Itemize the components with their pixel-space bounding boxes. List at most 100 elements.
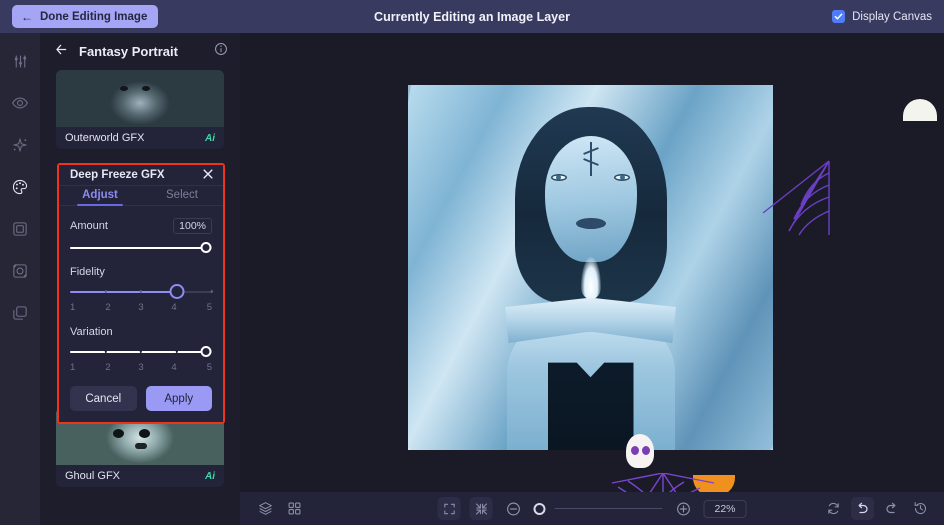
zoom-slider-track[interactable] [554, 507, 663, 510]
thumbnail-label: Outerworld GFX [65, 132, 145, 144]
control-amount: Amount 100% [70, 218, 212, 253]
tick-label: 1 [70, 362, 76, 373]
portrait-lips [575, 218, 606, 230]
reset-icon-button[interactable] [822, 497, 845, 520]
control-fidelity-row: Fidelity [70, 266, 212, 278]
reset-icon [826, 501, 841, 516]
crop-icon [11, 262, 29, 280]
layers-duplicate-icon-button[interactable] [6, 299, 34, 327]
zoom-slider-knob[interactable] [533, 502, 546, 515]
eye-icon-button[interactable] [6, 89, 34, 117]
history-icon [913, 501, 928, 516]
tick-label: 4 [171, 302, 177, 313]
control-amount-label: Amount [70, 220, 108, 232]
control-fidelity-label: Fidelity [70, 266, 105, 278]
layers-icon-button[interactable] [254, 497, 277, 520]
crop-icon-button[interactable] [6, 257, 34, 285]
tool-rail [0, 33, 40, 525]
tick-label: 2 [105, 362, 111, 373]
sparkles-icon-button[interactable] [6, 131, 34, 159]
slider-knob[interactable] [200, 346, 212, 357]
collapse-icon-button[interactable] [469, 497, 493, 520]
amount-slider[interactable] [70, 242, 212, 253]
sliders-icon-button[interactable] [6, 47, 34, 75]
thumbnail-label: Ghoul GFX [65, 470, 121, 482]
panel-title: Fantasy Portrait [79, 44, 178, 59]
ai-badge: Ai [205, 470, 215, 482]
zoom-in-icon-button[interactable] [671, 497, 694, 520]
ai-badge: Ai [205, 132, 215, 144]
layers-duplicate-icon [11, 304, 29, 322]
zoom-out-icon-button[interactable] [501, 497, 524, 520]
zoom-controls: 22% [437, 497, 747, 520]
eye-icon [11, 94, 29, 112]
effect-settings-popup: Deep Freeze GFX Adjust Select Amount 100… [59, 165, 223, 422]
fidelity-slider[interactable] [70, 284, 214, 299]
zoom-out-icon [505, 501, 521, 517]
back-arrow-icon: ← [21, 9, 33, 24]
slider-fill [70, 247, 207, 249]
variation-slider[interactable] [70, 346, 212, 357]
display-canvas-toggle[interactable]: Display Canvas [832, 0, 932, 33]
grid-icon-button[interactable] [283, 497, 306, 520]
moon-top-decoration [903, 99, 937, 121]
thumbnail-image [56, 70, 224, 127]
popup-body: Amount 100% Fidelity 1 2 3 4 5 Variation… [59, 206, 223, 386]
history-icon-button[interactable] [909, 497, 932, 520]
tick-label: 1 [70, 302, 76, 313]
history-controls [822, 497, 932, 520]
fidelity-tick-labels: 1 2 3 4 5 [70, 302, 212, 313]
undo-icon-button[interactable] [851, 497, 874, 520]
effect-settings-popup-highlight: Deep Freeze GFX Adjust Select Amount 100… [57, 163, 225, 424]
close-icon[interactable] [202, 168, 214, 182]
done-editing-image-button[interactable]: ← Done Editing Image [12, 5, 159, 28]
tick-label: 2 [105, 302, 111, 313]
popup-header: Deep Freeze GFX [59, 165, 223, 186]
slider-fill [70, 291, 177, 293]
bottom-toolbar: 22% [240, 492, 944, 525]
palette-icon [11, 178, 29, 196]
fit-screen-icon-button[interactable] [437, 497, 461, 520]
popup-tabs: Adjust Select [59, 186, 223, 206]
pumpkin-bottom-decoration [693, 475, 735, 492]
sliders-icon [12, 53, 29, 70]
checkbox-checked-icon[interactable] [832, 10, 846, 23]
tick-label: 4 [171, 362, 177, 373]
zoom-level-value[interactable]: 22% [703, 499, 747, 518]
spiderweb-bottom-decoration [610, 472, 716, 492]
control-variation-label: Variation [70, 326, 113, 338]
thumbnail-caption: Outerworld GFX Ai [56, 127, 224, 149]
popup-title: Deep Freeze GFX [70, 168, 165, 181]
slider-knob[interactable] [200, 242, 212, 253]
panel-back-arrow-icon[interactable] [54, 42, 69, 62]
layers-icon [258, 501, 273, 516]
panel-header: Fantasy Portrait [40, 33, 240, 70]
canvas-area[interactable] [240, 33, 944, 492]
tick-label: 5 [206, 362, 212, 373]
forehead-rune [589, 141, 592, 176]
tick-label: 3 [138, 362, 144, 373]
fit-screen-icon [442, 502, 456, 516]
list-item[interactable]: Outerworld GFX Ai [56, 70, 224, 149]
thumbnail-caption: Ghoul GFX Ai [56, 465, 224, 487]
artboard[interactable] [408, 85, 773, 450]
slider-knob[interactable] [169, 284, 184, 299]
collapse-icon [474, 502, 488, 516]
display-canvas-label: Display Canvas [852, 10, 932, 23]
bottom-left-tools [254, 497, 306, 520]
tab-adjust[interactable]: Adjust [59, 186, 141, 206]
control-variation: Variation 1 2 3 4 5 [70, 326, 212, 373]
tick-label: 5 [206, 302, 212, 313]
redo-icon-button[interactable] [880, 497, 903, 520]
frame-icon [11, 220, 29, 238]
slider-fill [70, 351, 207, 353]
frame-icon-button[interactable] [6, 215, 34, 243]
control-amount-value: 100% [173, 218, 212, 234]
cancel-button[interactable]: Cancel [70, 386, 137, 411]
tab-select[interactable]: Select [141, 186, 223, 206]
control-amount-row: Amount 100% [70, 218, 212, 234]
palette-icon-button[interactable] [6, 173, 34, 201]
undo-icon [855, 501, 870, 516]
apply-button[interactable]: Apply [145, 386, 212, 411]
info-icon[interactable] [214, 42, 228, 61]
